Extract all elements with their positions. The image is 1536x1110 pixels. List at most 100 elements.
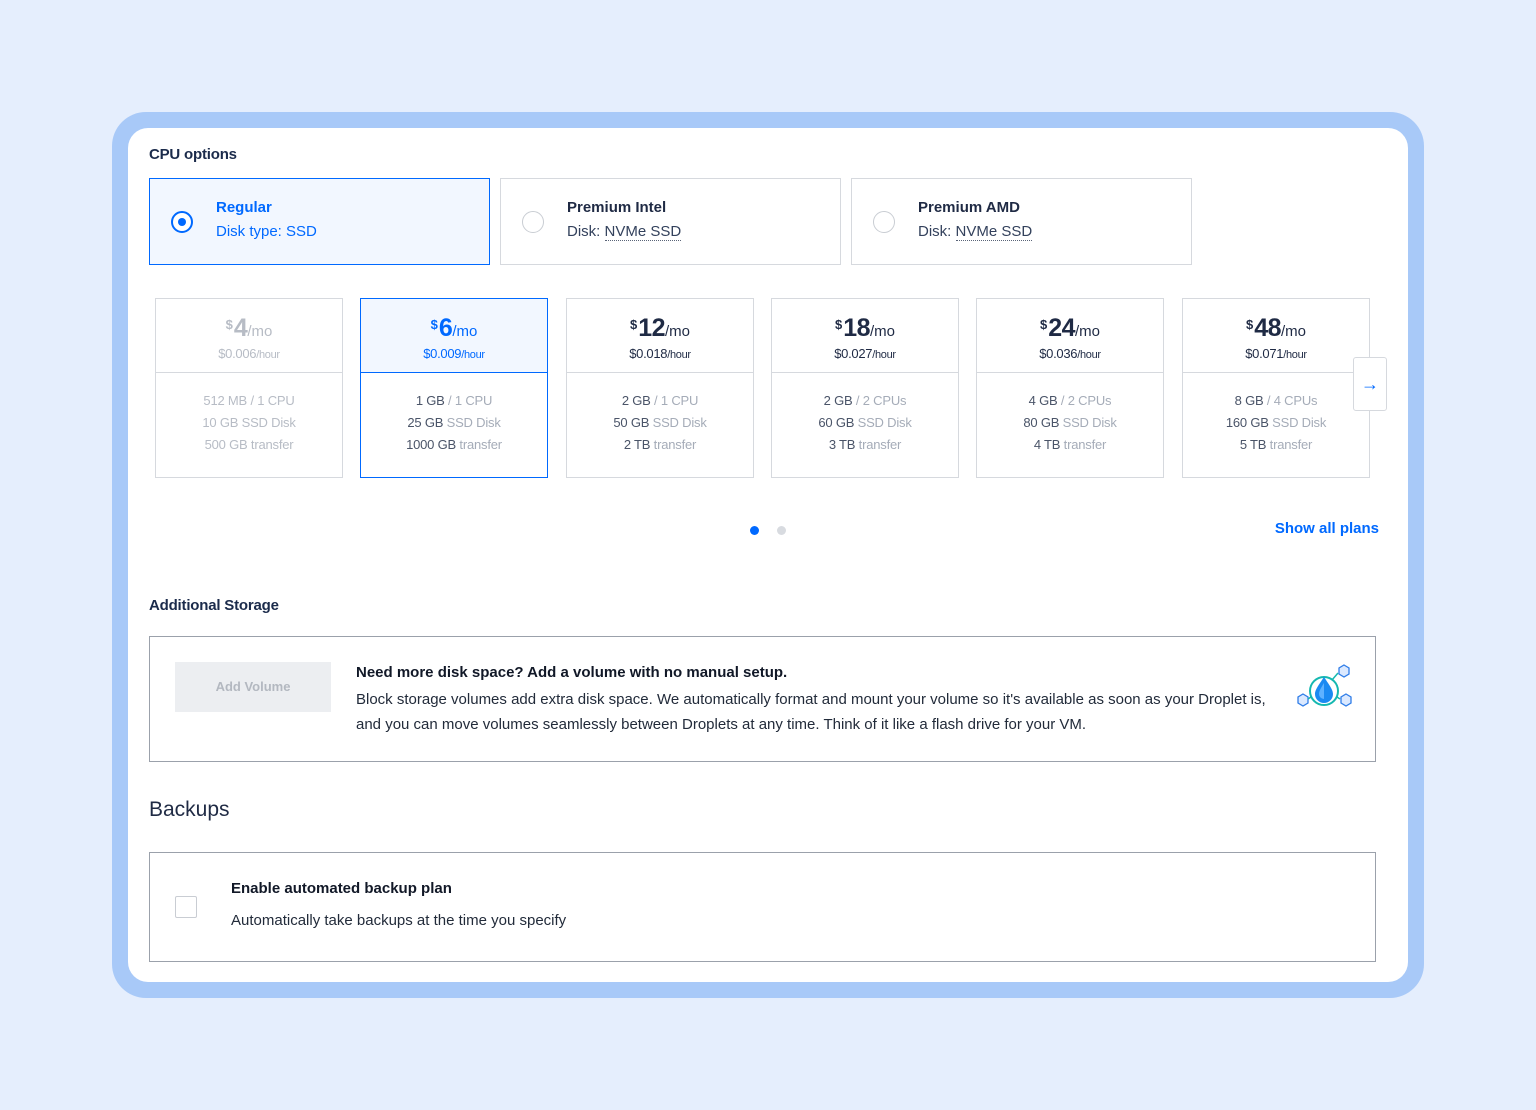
plan-hourly-price: $0.009/hour [361,346,547,361]
plan-disk: 60 GB SSD Disk [818,415,912,430]
plan-monthly-price: $12/mo [567,313,753,344]
backup-title[interactable]: Enable automated backup plan [231,880,452,897]
radio-selected-icon[interactable] [171,211,193,233]
plan-hourly: $0.036 [1039,346,1078,361]
plan-card-18[interactable]: $18/mo $0.027/hour 2 GB / 2 CPUs 60 GB SSD … [771,298,959,478]
plan-currency: $ [1039,317,1048,332]
radio-icon[interactable] [873,211,895,233]
plan-specs: 8 GB / 4 CPUs 160 GB SSD Disk 5 TB transfe… [1183,373,1369,456]
plan-currency: $ [629,317,638,332]
cpu-options-label: CPU options [149,146,237,163]
plan-amount: 4 [233,314,248,342]
show-all-plans-link[interactable]: Show all plans [1275,520,1379,537]
droplet-config-panel: CPU options Regular Disk type: SSD Premi… [128,128,1408,982]
cpu-option-regular[interactable]: Regular Disk type: SSD [149,178,490,265]
screenshot-frame: CPU options Regular Disk type: SSD Premi… [112,112,1424,998]
plan-hourly-price: $0.027/hour [772,346,958,361]
plan-specs: 2 GB / 1 CPU 50 GB SSD Disk 2 TB transfer [567,373,753,456]
plan-hourly-unit: /hour [256,349,280,361]
plan-per: /mo [452,323,478,340]
plan-card-24[interactable]: $24/mo $0.036/hour 4 GB / 2 CPUs 80 GB SSD … [976,298,1164,478]
plan-monthly-price: $48/mo [1183,313,1369,344]
cpu-option-disk: Disk: NVMe SSD [918,223,1033,241]
plan-hourly-price: $0.006/hour [156,346,342,361]
additional-storage-label: Additional Storage [149,597,279,614]
plan-disk: 50 GB SSD Disk [613,415,707,430]
plan-currency: $ [1245,317,1254,332]
plan-hourly: $0.009 [423,346,462,361]
plan-price-header: $48/mo $0.071/hour [1183,299,1369,373]
plan-transfer: 2 TB transfer [623,437,697,452]
plan-memory-cpu: 1 GB / 1 CPU [415,393,493,408]
plan-monthly-price: $4/mo [156,313,342,344]
cpu-option-title: Premium Intel [567,199,667,216]
backup-checkbox[interactable] [175,896,197,918]
plan-per: /mo [247,323,273,340]
plan-per: /mo [870,323,896,340]
plan-card-4[interactable]: $4/mo $0.006/hour 512 MB / 1 CPU 10 GB SSD … [155,298,343,478]
plan-card-12[interactable]: $12/mo $0.018/hour 2 GB / 1 CPU 50 GB SSD D… [566,298,754,478]
plan-specs: 2 GB / 2 CPUs 60 GB SSD Disk 3 TB transfer [772,373,958,456]
cpu-option-premium-intel[interactable]: Premium Intel Disk: NVMe SSD [500,178,841,265]
plan-price-header: $12/mo $0.018/hour [567,299,753,373]
plan-price-header: $6/mo $0.009/hour [361,299,547,373]
plan-hourly-price: $0.036/hour [977,346,1163,361]
plan-transfer: 1000 GB transfer [406,437,502,452]
plan-hourly: $0.027 [834,346,873,361]
plan-monthly-price: $24/mo [977,313,1163,344]
backup-description: Automatically take backups at the time y… [231,912,567,929]
cpu-option-disk: Disk type: SSD [216,223,317,240]
plan-per: /mo [665,323,691,340]
plan-currency: $ [225,317,233,332]
plan-hourly-unit: /hour [1077,349,1101,361]
radio-icon[interactable] [522,211,544,233]
cpu-option-title: Regular [216,199,272,216]
plan-memory-cpu: 2 GB / 1 CPU [621,393,699,408]
plan-per: /mo [1281,323,1307,340]
plan-transfer: 500 GB transfer [204,437,294,452]
plan-card-6[interactable]: $6/mo $0.009/hour 1 GB / 1 CPU 25 GB SSD Di… [360,298,548,478]
plan-hourly: $0.006 [218,346,257,361]
plan-transfer: 3 TB transfer [828,437,902,452]
plan-hourly: $0.018 [629,346,668,361]
plan-hourly-unit: /hour [872,349,896,361]
plan-hourly-unit: /hour [461,349,485,361]
cpu-option-title: Premium AMD [918,199,1020,216]
plan-transfer: 4 TB transfer [1033,437,1107,452]
plan-hourly: $0.071 [1245,346,1284,361]
plan-amount: 48 [1254,314,1282,342]
plan-disk: 80 GB SSD Disk [1023,415,1117,430]
plan-amount: 6 [438,314,453,342]
plan-amount: 12 [638,314,666,342]
add-volume-button[interactable]: Add Volume [175,662,331,712]
plan-currency: $ [834,317,843,332]
plan-disk: 10 GB SSD Disk [202,415,296,430]
carousel-dot-2[interactable] [777,526,786,535]
arrow-right-icon[interactable]: → [1353,357,1387,411]
backups-box: Enable automated backup plan Automatical… [149,852,1376,962]
plan-monthly-price: $18/mo [772,313,958,344]
plan-amount: 18 [843,314,871,342]
backups-heading: Backups [149,798,230,821]
storage-description: Block storage volumes add extra disk spa… [356,691,1266,733]
storage-title: Need more disk space? Add a volume with … [356,664,788,681]
cpu-option-premium-amd[interactable]: Premium AMD Disk: NVMe SSD [851,178,1192,265]
plan-memory-cpu: 4 GB / 2 CPUs [1028,393,1112,408]
plan-price-header: $4/mo $0.006/hour [156,299,342,373]
plan-specs: 4 GB / 2 CPUs 80 GB SSD Disk 4 TB transfer [977,373,1163,456]
plan-per: /mo [1075,323,1101,340]
volume-droplet-icon [1297,664,1352,707]
plan-hourly-unit: /hour [667,349,691,361]
plan-transfer: 5 TB transfer [1239,437,1313,452]
plan-monthly-price: $6/mo [361,313,547,344]
plan-amount: 24 [1048,314,1076,342]
plan-hourly-price: $0.071/hour [1183,346,1369,361]
plan-card-48[interactable]: $48/mo $0.071/hour 8 GB / 4 CPUs 160 GB SSD… [1182,298,1370,478]
carousel-dot-1[interactable] [750,526,759,535]
plan-price-header: $18/mo $0.027/hour [772,299,958,373]
plan-hourly-unit: /hour [1283,349,1307,361]
plan-specs: 512 MB / 1 CPU 10 GB SSD Disk 500 GB trans… [156,373,342,456]
additional-storage-box: Add Volume Need more disk space? Add a v… [149,636,1376,762]
plan-currency: $ [430,317,438,332]
plan-memory-cpu: 2 GB / 2 CPUs [823,393,907,408]
